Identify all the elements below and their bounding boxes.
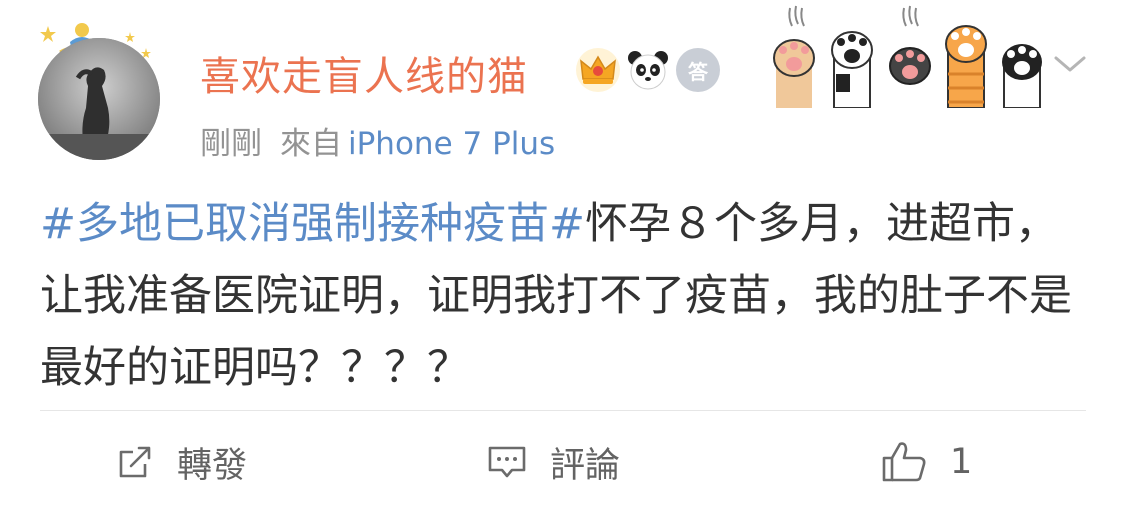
repost-icon	[119, 446, 151, 478]
crown-badge-icon[interactable]	[576, 48, 620, 92]
action-bar: 轉發 評論 1	[0, 426, 1125, 498]
cat-paws-decoration-icon	[773, 5, 1042, 108]
divider	[40, 410, 1086, 411]
user-badges: 答	[576, 48, 720, 92]
medal-badge-icon[interactable]: 答	[676, 48, 720, 92]
comment-label: 評論	[550, 445, 621, 486]
source-prefix: 來自	[280, 126, 342, 162]
weibo-post-card: 喜欢走盲人线的猫 答 剛剛 來自 iPhone 7 Plus #多地已取消强制接…	[0, 0, 1125, 511]
avatar[interactable]	[38, 38, 160, 160]
post-time: 剛剛	[200, 126, 262, 162]
source-device-link[interactable]: iPhone 7 Plus	[348, 126, 555, 162]
panda-badge-icon[interactable]	[626, 48, 670, 92]
avatar-image	[38, 38, 160, 160]
repost-label: 轉發	[177, 445, 248, 486]
chevron-down-icon[interactable]	[1052, 52, 1088, 76]
post-content: #多地已取消强制接种疫苗#怀孕８个多月，进超市，让我准备医院证明，证明我打不了疫…	[40, 188, 1090, 404]
like-button[interactable]: 1	[880, 426, 972, 498]
medal-badge-text: 答	[688, 59, 708, 84]
username[interactable]: 喜欢走盲人线的猫	[200, 44, 528, 102]
repost-button[interactable]: 轉發	[115, 426, 247, 498]
comment-icon	[488, 446, 526, 478]
like-icon	[882, 442, 926, 482]
comment-button[interactable]: 評論	[486, 426, 620, 498]
post-meta: 剛剛 來自 iPhone 7 Plus	[200, 118, 573, 163]
topic-link[interactable]: #多地已取消强制接种疫苗#	[40, 199, 585, 249]
like-count: 1	[950, 442, 973, 482]
